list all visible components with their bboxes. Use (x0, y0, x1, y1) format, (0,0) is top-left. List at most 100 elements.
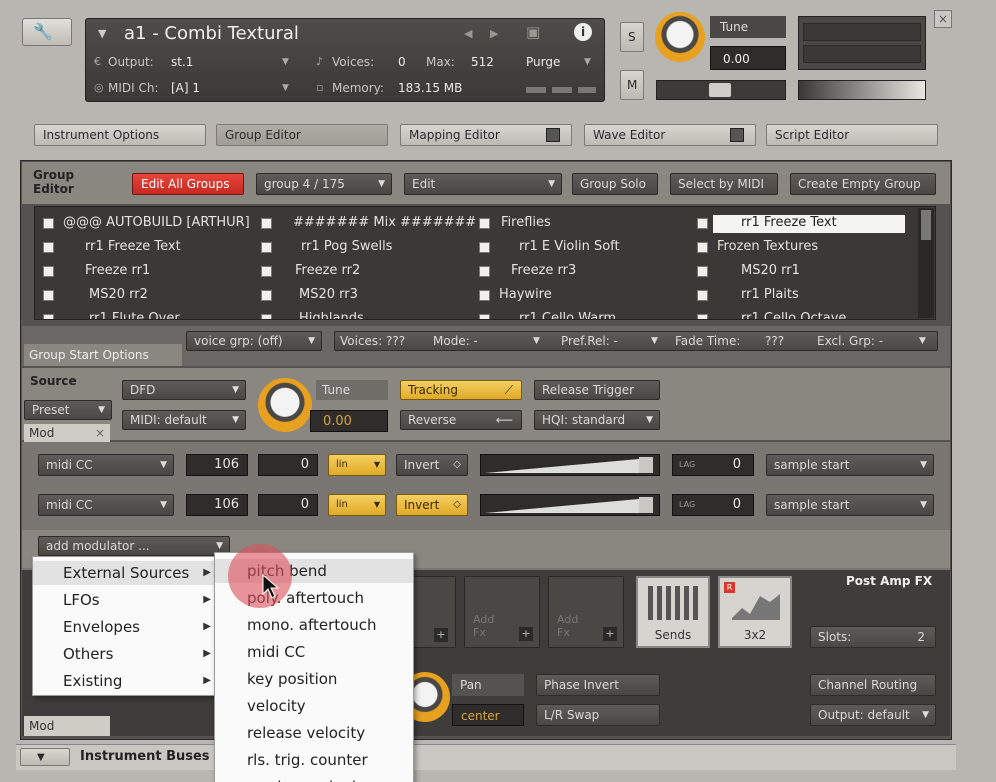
pref-rel-dropdown-icon[interactable]: ▼ (651, 332, 658, 350)
sends-fx-slot[interactable]: Sends (636, 576, 710, 648)
create-empty-group-button[interactable]: Create Empty Group (790, 173, 936, 195)
midi-default-dropdown[interactable]: MIDI: default ▼ (122, 410, 246, 430)
scrollbar-thumb[interactable] (921, 210, 931, 240)
add-fx-plus-icon[interactable]: + (603, 627, 617, 641)
mod-lag-field[interactable]: LAG 0 (672, 454, 754, 476)
mod-amount-slider[interactable] (480, 494, 660, 516)
menu-item[interactable]: External Sources ▶ (33, 561, 217, 585)
group-checkbox[interactable] (43, 290, 54, 301)
tab-group-editor[interactable]: Group Editor (216, 124, 388, 146)
group-item[interactable]: rr1 Freeze Text (713, 215, 905, 233)
next-icon[interactable]: ▶ (490, 27, 498, 40)
mod-amount-slider[interactable] (480, 454, 660, 476)
purge-dropdown-icon[interactable]: ▼ (584, 57, 591, 67)
group-item[interactable]: MS20 rr2 (89, 287, 148, 302)
excl-grp-dropdown-icon[interactable]: ▼ (919, 332, 926, 350)
output-default-dropdown[interactable]: Output: default ▼ (810, 704, 936, 726)
group-checkbox[interactable] (697, 242, 708, 253)
output-value[interactable]: st.1 (171, 55, 193, 69)
group-checkbox[interactable] (43, 218, 54, 229)
group-solo-button[interactable]: Group Solo (572, 173, 658, 195)
group-item[interactable]: MS20 rr1 (741, 263, 800, 278)
group-checkbox[interactable] (479, 314, 490, 319)
pan-slider-handle[interactable] (709, 83, 731, 97)
submenu-item[interactable]: random unipolar (215, 775, 413, 782)
excl-grp-field[interactable]: Excl. Grp: - (817, 332, 883, 350)
channel-routing-button[interactable]: Channel Routing (810, 674, 936, 696)
purge-button[interactable]: Purge (526, 55, 560, 69)
group-item[interactable]: rr1 E Violin Soft (519, 239, 620, 254)
mapping-editor-pin-icon[interactable] (546, 128, 560, 142)
source-tune-value[interactable]: 0.00 (310, 410, 388, 432)
group-item[interactable]: Frozen Textures (717, 239, 818, 254)
fx-slot-3[interactable]: Add Fx + (548, 576, 624, 648)
group-item[interactable]: Haywire (499, 287, 552, 302)
edit-all-groups-button[interactable]: Edit All Groups (132, 173, 244, 195)
submenu-item[interactable]: mono. aftertouch (215, 613, 413, 637)
fade-time-value[interactable]: ??? (765, 332, 784, 350)
wrench-button[interactable]: 🔧 (22, 18, 72, 46)
midi-value[interactable]: [A] 1 (171, 81, 200, 95)
add-modulator-dropdown[interactable]: add modulator ... ▼ (38, 536, 230, 556)
submenu-item[interactable]: velocity (215, 694, 413, 718)
menu-item[interactable]: Existing ▶ (33, 669, 217, 693)
group-item[interactable]: MS20 rr3 (299, 287, 358, 302)
tune-value[interactable]: 0.00 (710, 46, 786, 70)
reverse-button[interactable]: Reverse ⟵ (400, 410, 522, 430)
edit-dropdown[interactable]: Edit ▼ (404, 173, 562, 195)
group-item[interactable]: Freeze rr1 (85, 263, 150, 278)
tracking-button[interactable]: Tracking ⟋ (400, 380, 522, 400)
mod-source-dropdown[interactable]: midi CC ▼ (38, 494, 174, 516)
collapse-arrow-icon[interactable]: ▼ (98, 27, 106, 40)
preset-dropdown[interactable]: Preset ▼ (24, 400, 112, 420)
hqi-dropdown[interactable]: HQI: standard ▼ (534, 410, 660, 430)
fx-slot-2[interactable]: Add Fx + (464, 576, 540, 648)
mod-curve-dropdown[interactable]: lin ▼ (328, 454, 386, 476)
group-item[interactable]: Fireflies (501, 215, 551, 230)
mod-target-dropdown[interactable]: sample start ▼ (766, 454, 934, 476)
output-dropdown-icon[interactable]: ▼ (282, 57, 289, 67)
solo-button[interactable]: S (620, 22, 644, 52)
mod-value-field[interactable]: 0 (258, 454, 318, 476)
tab-script-editor[interactable]: Script Editor (766, 124, 938, 146)
dfd-dropdown[interactable]: DFD ▼ (122, 380, 246, 400)
submenu-item[interactable]: release velocity (215, 721, 413, 745)
pan-slider[interactable] (656, 80, 786, 100)
lr-swap-button[interactable]: L/R Swap (536, 704, 660, 726)
group-list-scrollbar[interactable] (918, 208, 934, 318)
group-checkbox[interactable] (43, 266, 54, 277)
group-checkbox[interactable] (479, 218, 490, 229)
mod-source-dropdown[interactable]: midi CC ▼ (38, 454, 174, 476)
group-item[interactable]: rr1 Plaits (741, 287, 799, 302)
mod-value-field[interactable]: 0 (258, 494, 318, 516)
amp-mod-tab[interactable]: Mod (24, 716, 110, 736)
prev-icon[interactable]: ◀ (464, 27, 472, 40)
mod-amount-handle[interactable] (639, 457, 653, 473)
group-checkbox[interactable] (261, 266, 272, 277)
add-fx-plus-icon[interactable]: + (434, 628, 448, 642)
select-by-midi-button[interactable]: Select by MIDI (670, 173, 778, 195)
phase-invert-button[interactable]: Phase Invert (536, 674, 660, 696)
group-checkbox[interactable] (261, 242, 272, 253)
group-item[interactable]: rr1 Flute Over (89, 311, 180, 319)
mod-lag-field[interactable]: LAG 0 (672, 494, 754, 516)
group-checkbox[interactable] (261, 290, 272, 301)
group-checkbox[interactable] (261, 314, 272, 319)
instrument-title[interactable]: a1 - Combi Textural (124, 23, 299, 44)
mod-target-dropdown[interactable]: sample start ▼ (766, 494, 934, 516)
group-start-options-label[interactable]: Group Start Options (24, 344, 182, 366)
group-checkbox[interactable] (261, 218, 272, 229)
group-item[interactable]: Freeze rr2 (295, 263, 360, 278)
group-checkbox[interactable] (479, 290, 490, 301)
add-fx-plus-icon[interactable]: + (519, 627, 533, 641)
effect-3x2-slot[interactable]: R 3x2 (718, 576, 792, 648)
mode-dropdown-icon[interactable]: ▼ (533, 332, 540, 350)
slots-field[interactable]: Slots: 2 (810, 626, 936, 648)
submenu-item[interactable]: rls. trig. counter (215, 748, 413, 772)
instrument-buses-toggle[interactable]: ▼ (20, 748, 70, 766)
menu-item[interactable]: Others ▶ (33, 642, 217, 666)
group-item[interactable]: rr1 Cello Warm (519, 311, 616, 319)
group-item[interactable]: rr1 Freeze Text (85, 239, 181, 254)
group-checkbox[interactable] (697, 290, 708, 301)
menu-item[interactable]: Envelopes ▶ (33, 615, 217, 639)
